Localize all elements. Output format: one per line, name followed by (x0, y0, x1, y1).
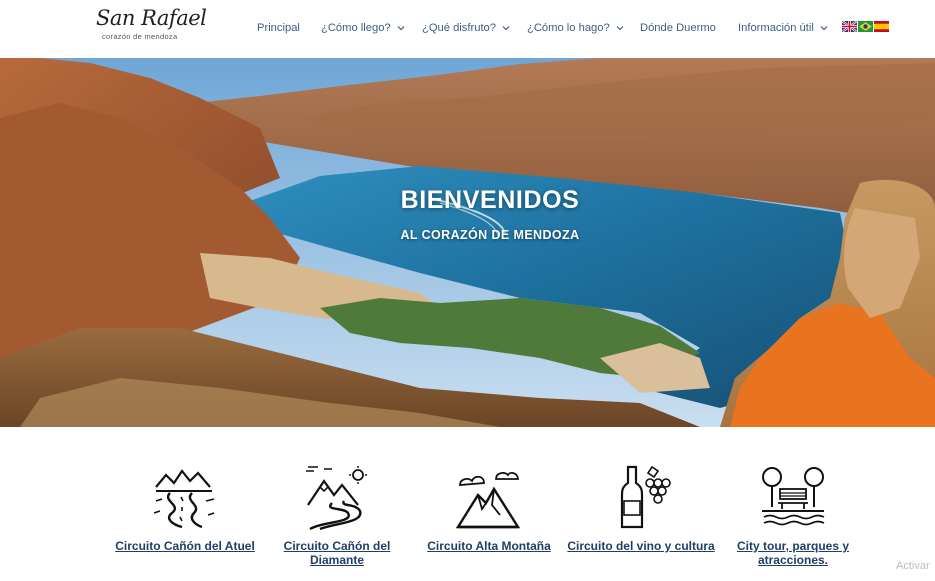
nav-item-donde-duermo[interactable]: Dónde Duermo (640, 20, 716, 36)
nav-item-label: ¿Cómo llego? (321, 22, 391, 34)
wine-grapes-icon (620, 465, 671, 529)
spain-flag-icon[interactable] (874, 21, 889, 32)
nav-item-como-lo-hago[interactable]: ¿Cómo lo hago? (527, 20, 625, 36)
nav-item-label: Información útil (738, 22, 814, 34)
nav-item-informacion-util[interactable]: Información útil (738, 20, 829, 36)
hero-subtitle: AL CORAZÓN DE MENDOZA (400, 228, 580, 242)
logo-tagline: corazón de mendoza (102, 32, 178, 41)
nav-item-principal[interactable]: Principal (257, 20, 300, 36)
site-header: San Rafael corazón de mendoza Principal … (0, 0, 935, 58)
hero-landscape-image (0, 58, 935, 427)
site-logo[interactable]: San Rafael corazón de mendoza (96, 6, 207, 50)
circuit-canon-diamante[interactable]: Circuito Cañón del Diamante (262, 465, 412, 567)
language-switcher (842, 21, 889, 32)
nav-item-label: Dónde Duermo (640, 22, 716, 34)
hero-title: BIENVENIDOS (400, 186, 580, 214)
nav-item-label: ¿Qué disfruto? (422, 22, 496, 34)
circuit-label: Circuito Alta Montaña (427, 539, 551, 553)
chevron-down-icon (502, 26, 510, 31)
chevron-down-icon (397, 26, 405, 31)
hero-banner: BIENVENIDOS AL CORAZÓN DE MENDOZA (0, 58, 935, 427)
circuit-canon-atuel[interactable]: Circuito Cañón del Atuel (110, 465, 260, 553)
chevron-down-icon (820, 26, 828, 31)
chevron-down-icon (616, 26, 624, 31)
nav-item-label: Principal (257, 22, 300, 34)
logo-title: San Rafael (96, 6, 207, 30)
nav-item-label: ¿Cómo lo hago? (527, 22, 610, 34)
mountain-road-icon (306, 466, 367, 531)
brazil-flag-icon[interactable] (858, 21, 873, 32)
mountain-peak-icon (456, 472, 521, 529)
uk-flag-icon[interactable] (842, 21, 857, 32)
circuit-label: Circuito del vino y cultura (567, 539, 715, 553)
nav-item-como-llego[interactable]: ¿Cómo llego? (321, 20, 406, 36)
circuit-label: Circuito Cañón del Atuel (115, 539, 255, 553)
circuit-vino-cultura[interactable]: Circuito del vino y cultura (566, 465, 716, 553)
circuit-alta-montana[interactable]: Circuito Alta Montaña (414, 465, 564, 553)
park-bench-icon (762, 467, 825, 526)
windows-activation-watermark: Activar (896, 560, 930, 572)
canyon-road-icon (153, 469, 215, 529)
nav-item-que-disfruto[interactable]: ¿Qué disfruto? (422, 20, 511, 36)
circuit-label: Circuito Cañón del Diamante (283, 539, 391, 567)
circuits-section: Circuito Cañón del Atuel Circuito Cañón … (0, 427, 935, 581)
circuit-city-tour[interactable]: City tour, parques y atracciones. (718, 465, 868, 567)
circuit-label: City tour, parques y atracciones. (736, 539, 850, 567)
